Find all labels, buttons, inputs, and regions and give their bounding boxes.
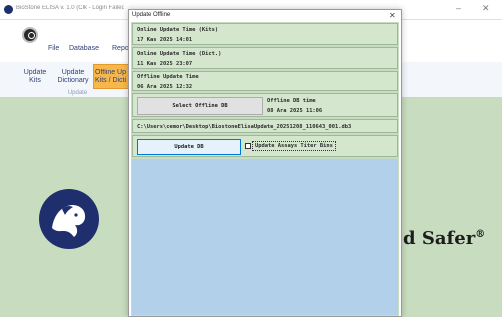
update-titer-bins-label[interactable]: Update Assays Titer Bins (252, 141, 336, 151)
update-section: Update DB Update Assays Titer Bins (132, 135, 398, 157)
update-kits-button[interactable]: Update Kits (23, 69, 47, 85)
menu-file[interactable]: File (48, 45, 59, 52)
update-db-button[interactable]: Update DB (137, 139, 241, 155)
update-kits-label: Update Kits (23, 69, 47, 84)
offline-time-label: Offline Update Time (137, 74, 199, 80)
ribbon-group-label: Update (67, 90, 88, 96)
online-dict-section: Online Update Time (Dict.) 11 Kas 2025 2… (132, 47, 398, 69)
online-dict-value: 11 Kas 2025 23:07 (137, 61, 193, 67)
update-offline-dialog: Update Offline ✕ Online Update Time (Kit… (128, 9, 402, 317)
offline-db-time-label: Offline DB time (267, 98, 316, 104)
brand-slogan: d Safer® (403, 228, 485, 249)
dialog-empty-panel (132, 159, 398, 315)
dialog-title: Update Offline (132, 12, 171, 18)
application-menu-button[interactable] (22, 27, 38, 43)
db-path-text: C:\Users\cemor\Desktop\BiostoneElisaUpda… (137, 124, 352, 130)
offline-time-value: 06 Ara 2025 12:32 (137, 84, 193, 90)
app-logo-icon (4, 5, 13, 14)
db-path-section: C:\Users\cemor\Desktop\BiostoneElisaUpda… (132, 119, 398, 133)
update-dictionary-button[interactable]: Update Dictionary (55, 69, 91, 85)
offline-time-section: Offline Update Time 06 Ara 2025 12:32 (132, 71, 398, 91)
online-dict-label: Online Update Time (Dict.) (137, 51, 222, 57)
select-offline-db-button[interactable]: Select Offline DB (137, 97, 263, 115)
lion-logo-icon (39, 189, 99, 249)
online-kits-value: 17 Kas 2025 14:01 (137, 37, 193, 43)
menu-database[interactable]: Database (69, 45, 99, 52)
dialog-close-icon[interactable]: ✕ (389, 11, 396, 20)
minimize-icon[interactable]: – (456, 3, 461, 13)
close-icon[interactable]: ✕ (482, 3, 490, 14)
offline-db-time-value: 08 Ara 2025 11:06 (267, 108, 323, 114)
update-titer-bins-checkbox[interactable] (245, 143, 251, 149)
online-kits-label: Online Update Time (Kits) (137, 27, 219, 33)
select-db-section: Select Offline DB Offline DB time 08 Ara… (132, 93, 398, 117)
brand-text: d Safer (403, 228, 476, 249)
online-kits-section: Online Update Time (Kits) 17 Kas 2025 14… (132, 23, 398, 45)
window-title: BioStone ELISA v. 1.0 (Clk - Login Faile… (16, 5, 124, 11)
offline-update-label: Offline Up Kits / Dicti (95, 69, 127, 84)
update-dictionary-label: Update Dictionary (57, 69, 89, 84)
registered-mark: ® (475, 229, 486, 240)
dialog-body: Online Update Time (Kits) 17 Kas 2025 14… (131, 22, 399, 316)
